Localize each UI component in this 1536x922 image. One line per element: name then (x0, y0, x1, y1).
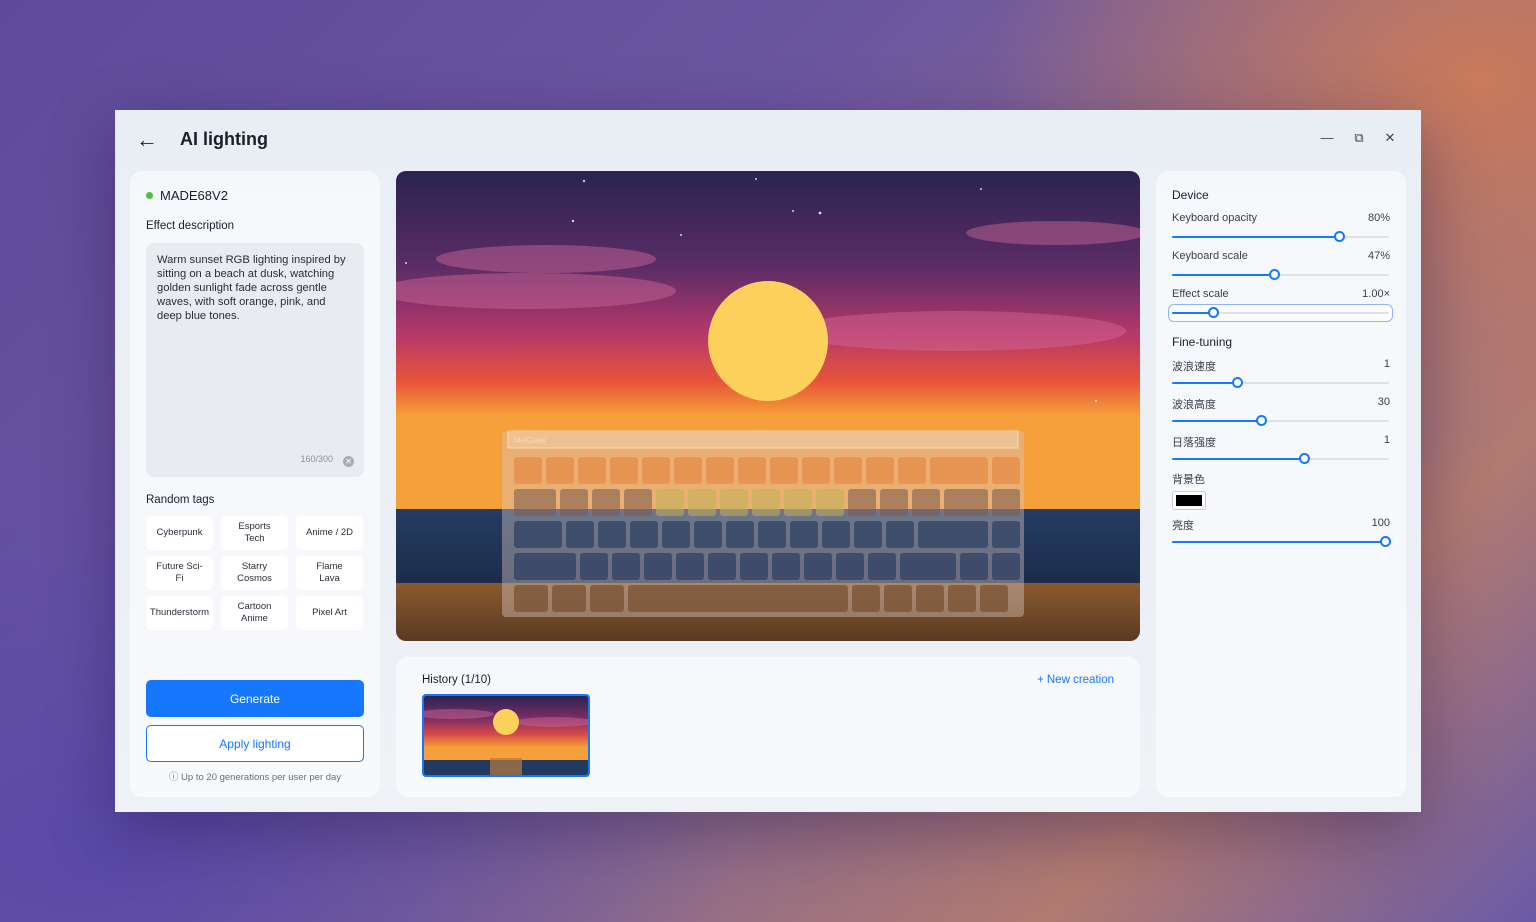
page-title: AI lighting (180, 129, 268, 149)
minimize-icon[interactable]: — (1317, 128, 1337, 148)
apply-lighting-button[interactable]: Apply lighting (146, 725, 364, 762)
keyboard-opacity-label: Keyboard opacity (1172, 212, 1257, 224)
right-panel: Device Keyboard opacity 80% Keyboard sca… (1156, 171, 1406, 797)
wave-speed-label: 波浪速度 (1172, 361, 1216, 373)
slider-handle[interactable] (1379, 536, 1391, 547)
keyboard-scale-slider[interactable] (1172, 269, 1389, 281)
ai-lighting-window: ← AI lighting — ⧉ ✕ MADE68V2 Effect desc… (115, 110, 1421, 812)
tag-esports-tech[interactable]: Esports Tech (221, 516, 288, 550)
restore-icon[interactable]: ⧉ (1349, 128, 1369, 148)
wave-height-label: 波浪高度 (1172, 399, 1216, 411)
brightness-label: 亮度 (1172, 520, 1194, 532)
effect-scale-slider[interactable] (1172, 307, 1389, 319)
effect-scale-value: 1.00× (1362, 288, 1390, 300)
device-name: MADE68V2 (160, 188, 228, 203)
device-heading: Device (1172, 188, 1209, 202)
slider-fill (1172, 382, 1238, 384)
bg-color-fill (1176, 495, 1202, 506)
lighting-preview: MelGeek (396, 171, 1140, 641)
wave-height-value: 30 (1377, 396, 1390, 408)
title-bar: ← AI lighting — ⧉ ✕ (115, 110, 1421, 170)
random-tags-label: Random tags (146, 494, 215, 506)
slider-fill (1172, 541, 1385, 543)
slider-fill (1172, 312, 1214, 314)
slider-handle[interactable] (1232, 377, 1244, 388)
wave-height-slider[interactable] (1172, 415, 1389, 427)
slider-fill (1172, 236, 1340, 238)
back-arrow-icon[interactable]: ← (135, 128, 159, 152)
sunset-intensity-label: 日落强度 (1172, 437, 1216, 449)
fine-tuning-heading: Fine-tuning (1172, 335, 1233, 349)
bg-color-swatch[interactable] (1172, 491, 1206, 510)
tag-cyberpunk[interactable]: Cyberpunk (146, 516, 213, 550)
generation-limit-note: ⓘ Up to 20 generations per user per day (168, 772, 342, 783)
history-panel: History (1/10) + New creation (396, 657, 1140, 797)
sunset-intensity-value: 1 (1383, 434, 1390, 446)
online-dot-icon (146, 192, 153, 199)
tag-starry-cosmos[interactable]: Starry Cosmos (221, 556, 288, 590)
wave-speed-value: 1 (1383, 358, 1390, 370)
char-counter: 160/300 (300, 454, 333, 464)
history-thumbnail[interactable] (422, 694, 590, 777)
slider-handle[interactable] (1208, 307, 1220, 318)
wave-speed-slider[interactable] (1172, 377, 1389, 389)
keyboard-brand: MelGeek (514, 436, 547, 445)
tag-cartoon-anime[interactable]: Cartoon Anime (221, 596, 288, 630)
keyboard-scale-value: 47% (1367, 250, 1390, 262)
description-text: Warm sunset RGB lighting inspired by sit… (157, 254, 346, 322)
history-title: History (1/10) (422, 674, 492, 686)
description-label: Effect description (146, 220, 235, 232)
keyboard-opacity-value: 80% (1367, 212, 1390, 224)
slider-fill (1172, 274, 1274, 276)
slider-handle[interactable] (1268, 269, 1280, 280)
left-panel: MADE68V2 Effect description Warm sunset … (130, 171, 380, 797)
new-creation-link[interactable]: + New creation (1037, 674, 1114, 686)
device-status: MADE68V2 (146, 188, 228, 203)
tag-pixel-art[interactable]: Pixel Art (296, 596, 363, 630)
bg-color-label: 背景色 (1172, 474, 1205, 486)
slider-handle[interactable] (1334, 231, 1346, 242)
close-icon[interactable]: ✕ (1380, 128, 1400, 148)
slider-handle[interactable] (1255, 415, 1267, 426)
slider-handle[interactable] (1299, 453, 1311, 464)
tag-thunderstorm[interactable]: Thunderstorm (146, 596, 213, 630)
tag-grid: Cyberpunk Esports Tech Anime / 2D Future… (146, 516, 364, 630)
generate-button[interactable]: Generate (146, 680, 364, 717)
tag-anime-2d[interactable]: Anime / 2D (296, 516, 363, 550)
tag-flame-lava[interactable]: Flame Lava (296, 556, 363, 590)
slider-fill (1172, 458, 1305, 460)
tag-future-scifi[interactable]: Future Sci-Fi (146, 556, 213, 590)
keyboard-opacity-slider[interactable] (1172, 231, 1389, 243)
clear-icon[interactable]: ✕ (343, 456, 354, 467)
sunset-scene: MelGeek (396, 171, 1140, 641)
keyboard-scale-label: Keyboard scale (1172, 250, 1248, 262)
description-textarea[interactable]: Warm sunset RGB lighting inspired by sit… (146, 243, 364, 477)
slider-fill (1172, 420, 1261, 422)
effect-scale-label: Effect scale (1172, 288, 1229, 300)
brightness-slider[interactable] (1172, 536, 1391, 548)
thumbnail-image (424, 696, 588, 775)
brightness-value: 100 (1371, 517, 1390, 529)
sunset-intensity-slider[interactable] (1172, 453, 1389, 465)
